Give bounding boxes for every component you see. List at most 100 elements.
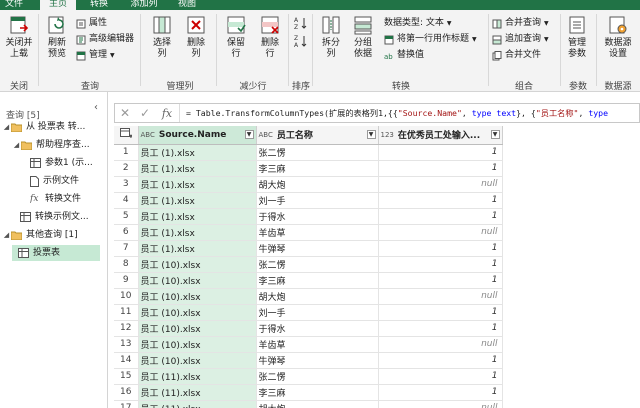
remove-columns-button[interactable]: 删除 列	[180, 14, 212, 60]
cell-source-name[interactable]: 员工 (10).xlsx	[138, 352, 257, 369]
fx-icon[interactable]: fx	[155, 107, 179, 120]
cell-employee-name[interactable]: 羊齿草	[256, 336, 379, 353]
cell-employee-name[interactable]: 羊齿草	[256, 224, 379, 241]
cell-excellent-vote[interactable]: 1	[378, 144, 503, 161]
query-folder-from-vote-table[interactable]: ◢ 从 投票表 转...	[2, 119, 106, 135]
cell-excellent-vote[interactable]: 1	[378, 368, 503, 385]
manage-parameters-button[interactable]: 管理 参数	[562, 14, 592, 60]
text-type-icon[interactable]: ABC	[141, 131, 155, 139]
cell-source-name[interactable]: 员工 (1).xlsx	[138, 176, 257, 193]
query-item-transform-sample[interactable]: 转换示例文...	[20, 209, 106, 225]
cell-employee-name[interactable]: 李三麻	[256, 272, 379, 289]
cell-excellent-vote[interactable]: 1	[378, 320, 503, 337]
cell-excellent-vote[interactable]: null	[378, 224, 503, 241]
expand-icon[interactable]: ◢	[2, 227, 11, 243]
text-type-icon[interactable]: ABC	[259, 131, 273, 139]
cell-excellent-vote[interactable]: 1	[378, 208, 503, 225]
table-row[interactable]: 1 员工 (1).xlsx 张二愣 1	[114, 144, 503, 161]
tab-home[interactable]: 主页	[40, 0, 76, 10]
cell-excellent-vote[interactable]: 1	[378, 160, 503, 177]
table-row[interactable]: 7 员工 (1).xlsx 牛弹琴 1	[114, 240, 503, 257]
cell-excellent-vote[interactable]: null	[378, 288, 503, 305]
tab-file[interactable]: 文件	[0, 0, 28, 10]
table-row[interactable]: 5 员工 (1).xlsx 于得水 1	[114, 208, 503, 225]
query-item-sample-file[interactable]: 示例文件	[30, 173, 106, 189]
cell-source-name[interactable]: 员工 (1).xlsx	[138, 224, 257, 241]
expand-icon[interactable]: ◢	[2, 119, 11, 135]
column-header-excellent-employee[interactable]: 123 在优秀员工处输入... ▼	[378, 126, 503, 145]
table-row[interactable]: 16 员工 (11).xlsx 李三麻 1	[114, 384, 503, 401]
table-row[interactable]: 6 员工 (1).xlsx 羊齿草 null	[114, 224, 503, 241]
cell-employee-name[interactable]: 胡大炮	[256, 400, 379, 408]
append-queries-button[interactable]: 追加查询 ▼	[492, 34, 549, 45]
collapse-pane-icon[interactable]: ‹	[94, 102, 98, 113]
cell-excellent-vote[interactable]: 1	[378, 352, 503, 369]
table-corner-menu[interactable]: ▼	[114, 126, 139, 145]
data-type-dropdown[interactable]: 数据类型: 文本 ▼	[384, 18, 452, 29]
cell-source-name[interactable]: 员工 (10).xlsx	[138, 288, 257, 305]
advanced-editor-button[interactable]: 高级编辑器	[76, 34, 134, 45]
manage-dropdown[interactable]: 管理 ▼	[76, 50, 115, 61]
cell-employee-name[interactable]: 牛弹琴	[256, 352, 379, 369]
column-header-employee-name[interactable]: ABC 员工名称 ▼	[256, 126, 379, 145]
cell-source-name[interactable]: 员工 (1).xlsx	[138, 144, 257, 161]
cell-employee-name[interactable]: 张二愣	[256, 256, 379, 273]
table-row[interactable]: 17员工 (11).xlsx胡大炮null	[114, 400, 503, 408]
cell-excellent-vote[interactable]: 1	[378, 240, 503, 257]
remove-rows-button[interactable]: 删除 行	[254, 14, 286, 60]
column-filter-dropdown[interactable]: ▼	[490, 130, 500, 140]
confirm-formula-icon[interactable]: ✓	[135, 106, 155, 120]
keep-rows-button[interactable]: 保留 行	[220, 14, 252, 60]
table-row[interactable]: 15 员工 (11).xlsx 张二愣 1	[114, 368, 503, 385]
refresh-preview-button[interactable]: 刷新 预览	[42, 14, 72, 60]
cell-employee-name[interactable]: 李三麻	[256, 384, 379, 401]
cell-excellent-vote[interactable]: 1	[378, 192, 503, 209]
cell-employee-name[interactable]: 牛弹琴	[256, 240, 379, 257]
cell-excellent-vote[interactable]: null	[378, 400, 503, 408]
cancel-formula-icon[interactable]: ✕	[115, 106, 135, 120]
tab-transform[interactable]: 转换	[82, 0, 116, 10]
close-load-button[interactable]: 关闭并 上载	[2, 14, 36, 60]
cell-source-name[interactable]: 员工 (10).xlsx	[138, 272, 257, 289]
split-column-button[interactable]: 拆分 列	[316, 14, 346, 60]
cell-source-name[interactable]: 员工 (1).xlsx	[138, 208, 257, 225]
table-row[interactable]: 3 员工 (1).xlsx 胡大炮 null	[114, 176, 503, 193]
column-filter-dropdown[interactable]: ▼	[244, 130, 254, 140]
cell-source-name[interactable]: 员工 (1).xlsx	[138, 160, 257, 177]
cell-source-name[interactable]: 员工 (10).xlsx	[138, 336, 257, 353]
cell-source-name[interactable]: 员工 (10).xlsx	[138, 320, 257, 337]
table-row[interactable]: 4 员工 (1).xlsx 刘一手 1	[114, 192, 503, 209]
cell-excellent-vote[interactable]: null	[378, 176, 503, 193]
cell-employee-name[interactable]: 胡大炮	[256, 288, 379, 305]
cell-employee-name[interactable]: 张二愣	[256, 368, 379, 385]
cell-excellent-vote[interactable]: 1	[378, 272, 503, 289]
cell-employee-name[interactable]: 张二愣	[256, 144, 379, 161]
cell-employee-name[interactable]: 于得水	[256, 320, 379, 337]
expand-icon[interactable]: ◢	[12, 137, 21, 153]
tab-view[interactable]: 视图	[172, 0, 202, 10]
table-row[interactable]: 11 员工 (10).xlsx 刘一手 1	[114, 304, 503, 321]
datasource-settings-button[interactable]: 数据源 设置	[598, 14, 638, 60]
table-row[interactable]: 10 员工 (10).xlsx 胡大炮 null	[114, 288, 503, 305]
table-row[interactable]: 8 员工 (10).xlsx 张二愣 1	[114, 256, 503, 273]
column-filter-dropdown[interactable]: ▼	[366, 130, 376, 140]
choose-columns-button[interactable]: 选择 列	[146, 14, 178, 60]
cell-employee-name[interactable]: 刘一手	[256, 304, 379, 321]
cell-employee-name[interactable]: 于得水	[256, 208, 379, 225]
cell-source-name[interactable]: 员工 (10).xlsx	[138, 256, 257, 273]
table-row[interactable]: 2 员工 (1).xlsx 李三麻 1	[114, 160, 503, 177]
query-item-param1[interactable]: 参数1 (示...	[30, 155, 106, 171]
sort-descending-button[interactable]: ZA	[292, 34, 310, 50]
cell-source-name[interactable]: 员工 (11).xlsx	[138, 368, 257, 385]
cell-excellent-vote[interactable]: 1	[378, 256, 503, 273]
cell-employee-name[interactable]: 胡大炮	[256, 176, 379, 193]
cell-source-name[interactable]: 员工 (1).xlsx	[138, 240, 257, 257]
column-header-source-name[interactable]: ABC Source.Name ▼	[138, 126, 257, 145]
cell-excellent-vote[interactable]: null	[378, 336, 503, 353]
replace-values-button[interactable]: ab 替换值	[384, 50, 424, 61]
table-row[interactable]: 13 员工 (10).xlsx 羊齿草 null	[114, 336, 503, 353]
merge-queries-button[interactable]: 合并查询 ▼	[492, 18, 549, 29]
table-row[interactable]: 14 员工 (10).xlsx 牛弹琴 1	[114, 352, 503, 369]
cell-source-name[interactable]: 员工 (1).xlsx	[138, 192, 257, 209]
cell-source-name[interactable]: 员工 (11).xlsx	[138, 400, 257, 408]
